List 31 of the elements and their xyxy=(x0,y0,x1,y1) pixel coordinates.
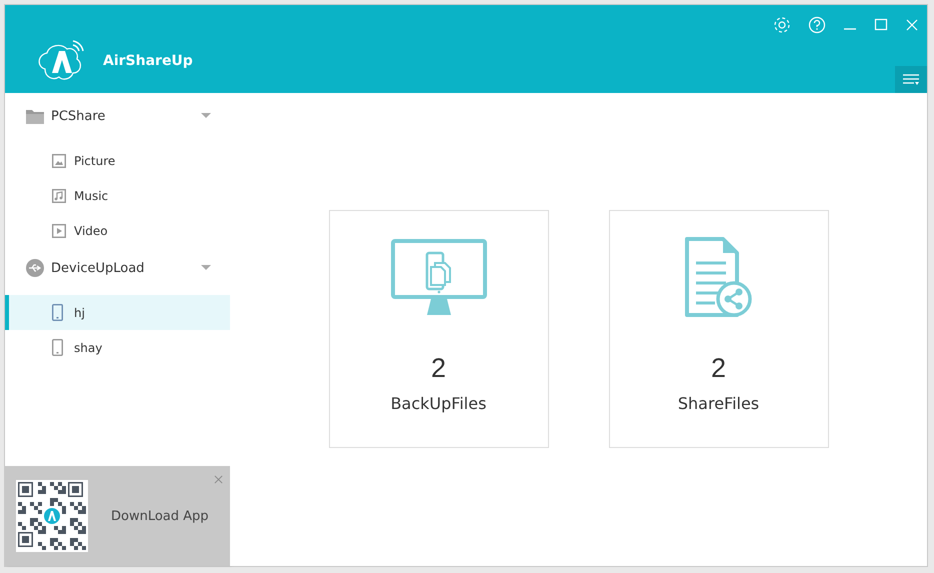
help-icon[interactable] xyxy=(808,16,826,34)
group-header[interactable]: DeviceUpLoad xyxy=(5,256,230,280)
close-icon[interactable] xyxy=(214,475,223,484)
menu-icon xyxy=(903,74,919,86)
phone-icon xyxy=(52,304,63,321)
qr-code-icon xyxy=(16,480,88,552)
menu-button[interactable] xyxy=(895,66,927,93)
monitor-phone-icon xyxy=(390,238,486,316)
sidebar-item[interactable]: shay xyxy=(5,330,230,365)
music-note-icon xyxy=(52,188,66,202)
maximize-icon[interactable] xyxy=(874,18,888,32)
sidebar-item[interactable]: Video xyxy=(5,213,230,248)
promo-label: DownLoad App xyxy=(111,508,209,524)
document-share-icon xyxy=(684,236,752,316)
sidebar-item[interactable]: Music xyxy=(5,178,230,213)
phone-icon xyxy=(52,339,63,356)
stat-card[interactable]: 2 BackUpFiles xyxy=(328,210,548,448)
sidebar-item[interactable]: hj xyxy=(5,295,230,330)
file-count: 2 xyxy=(710,352,726,384)
settings-icon[interactable] xyxy=(773,16,791,34)
file-count: 2 xyxy=(430,352,446,384)
stat-card[interactable]: 2 ShareFiles xyxy=(608,210,828,448)
sidebar-item[interactable]: Picture xyxy=(5,143,230,178)
app-title: AirShareUp xyxy=(103,53,193,69)
card-label: BackUpFiles xyxy=(390,394,486,412)
folder-icon xyxy=(25,107,45,125)
group-header[interactable]: PCShare xyxy=(5,104,230,128)
play-icon xyxy=(52,224,66,238)
image-icon xyxy=(52,154,66,168)
card-label: ShareFiles xyxy=(678,394,760,412)
usb-icon xyxy=(25,258,45,278)
